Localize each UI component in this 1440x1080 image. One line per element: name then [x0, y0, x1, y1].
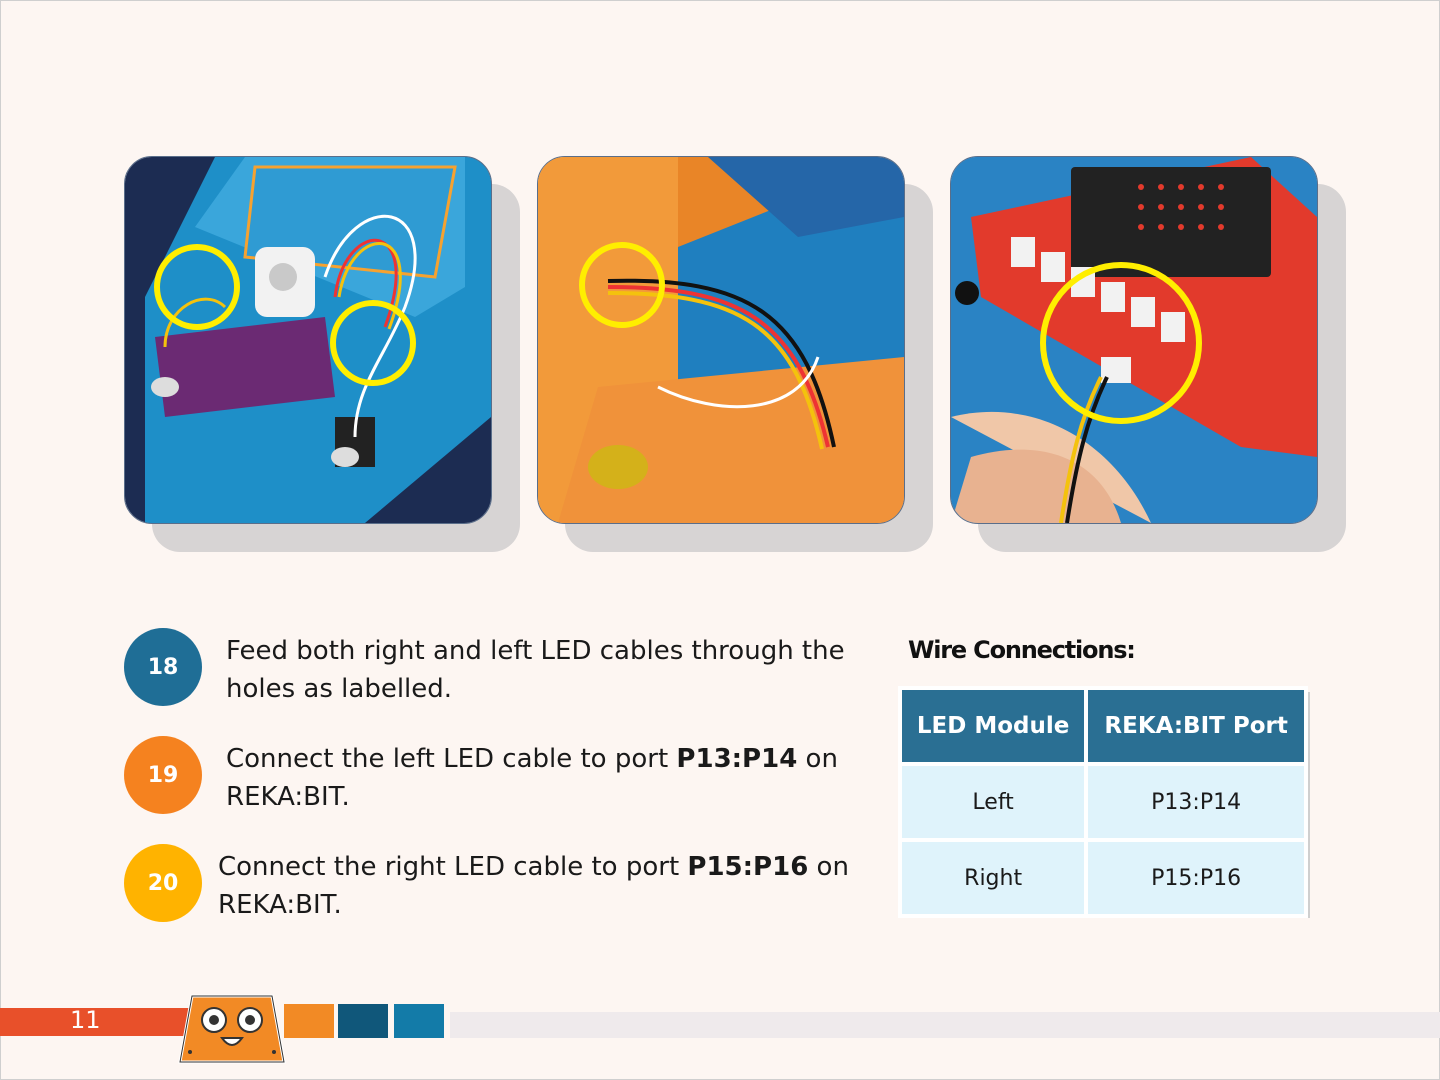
step-20: 20 Connect the right LED cable to port P…	[124, 844, 864, 924]
photo-step-19	[537, 156, 933, 552]
table-row: Right P15:P16	[902, 842, 1304, 914]
footer-square-dark-blue	[338, 1004, 388, 1038]
instruction-text: Connect the right LED cable to port	[218, 852, 688, 882]
mascot-icon	[176, 992, 288, 1066]
photo-step-20-rekabit-port	[950, 156, 1318, 524]
step-19: 19 Connect the left LED cable to port P1…	[124, 736, 864, 816]
wire-connections-table: LED Module REKA:BIT Port Left P13:P14 Ri…	[898, 686, 1308, 918]
page-number: 11	[70, 1006, 101, 1034]
step-number-badge: 19	[124, 736, 202, 814]
photo-step-20	[950, 156, 1346, 552]
photo-step-19-box-interior	[537, 156, 905, 524]
table-row: Left P13:P14	[902, 766, 1304, 838]
photo-step-18	[124, 156, 520, 552]
table-cell: P13:P14	[1088, 766, 1304, 838]
table-header-cell: LED Module	[902, 690, 1085, 762]
port-label: P13:P14	[676, 744, 798, 774]
footer-square-blue	[394, 1004, 444, 1038]
port-label: P15:P16	[687, 852, 809, 882]
step-number-badge: 20	[124, 844, 202, 922]
step-18: 18 Feed both right and left LED cables t…	[124, 628, 864, 708]
step-instruction: Connect the right LED cable to port P15:…	[218, 848, 858, 924]
footer-square-orange	[284, 1004, 334, 1038]
wire-connections-title: Wire Connections:	[908, 636, 1136, 664]
table-cell: Left	[902, 766, 1085, 838]
table-header-row: LED Module REKA:BIT Port	[902, 690, 1304, 762]
footer-bar	[450, 1012, 1440, 1038]
table-header-cell: REKA:BIT Port	[1088, 690, 1304, 762]
step-instruction: Feed both right and left LED cables thro…	[226, 636, 845, 704]
table-cell: Right	[902, 842, 1085, 914]
table-cell: P15:P16	[1088, 842, 1304, 914]
step-instruction: Connect the left LED cable to port P13:P…	[226, 740, 866, 816]
instruction-text: Connect the left LED cable to port	[226, 744, 677, 774]
photo-step-18-chassis	[124, 156, 492, 524]
step-number-badge: 18	[124, 628, 202, 706]
